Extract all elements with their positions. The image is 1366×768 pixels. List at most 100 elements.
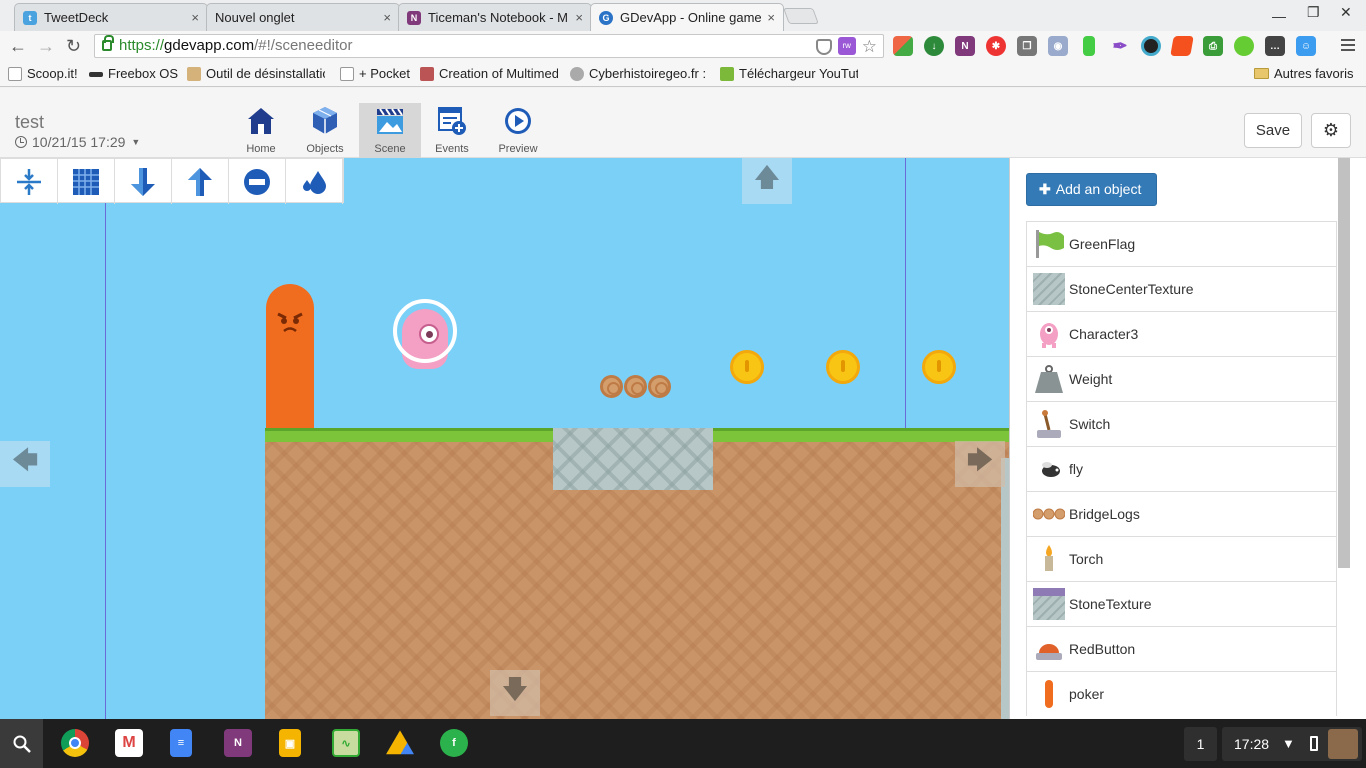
list-item-greenflag[interactable]: GreenFlag — [1026, 221, 1337, 266]
bookmark-scoopit[interactable]: Scoop.it! — [8, 66, 78, 81]
list-item-fly[interactable]: fly — [1026, 446, 1337, 491]
bookmark-pocket[interactable]: + Pocket — [340, 66, 410, 81]
list-item-poker[interactable]: poker — [1026, 671, 1337, 716]
tab-onenote[interactable]: N Ticeman's Notebook - M × — [398, 3, 592, 31]
list-item-stonecentertexture[interactable]: StoneCenterTexture — [1026, 266, 1337, 311]
bookmark-creation-multimed[interactable]: Creation of Multimed — [420, 66, 558, 81]
list-item-weight[interactable]: Weight — [1026, 356, 1337, 401]
list-item-character3[interactable]: Character3 — [1026, 311, 1337, 356]
launcher-button[interactable] — [0, 719, 43, 768]
bridge-logs-icon — [1033, 508, 1065, 520]
coin-instance[interactable] — [922, 350, 956, 384]
add-object-button[interactable]: ✚ Add an object — [1026, 173, 1157, 206]
minimize-icon[interactable]: — — [1272, 8, 1286, 24]
feather-icon[interactable]: ✒ — [1110, 36, 1130, 56]
window-close-icon[interactable]: ✕ — [1340, 4, 1352, 21]
forward-icon[interactable]: → — [37, 36, 55, 56]
notification-count[interactable]: 1 — [1184, 727, 1217, 761]
move-down-layer-button[interactable] — [115, 159, 172, 204]
grid-toggle-button[interactable] — [58, 159, 115, 204]
new-tab-button[interactable] — [783, 8, 819, 24]
eraser-icon[interactable] — [1170, 36, 1194, 56]
reload-icon[interactable]: ↻ — [66, 36, 81, 56]
scene-canvas[interactable]: 🡅 🡄 🡆 🡇 — [0, 158, 1009, 719]
stone-center-texture-icon — [1033, 273, 1065, 305]
print-extension-icon[interactable]: ⎙ — [1203, 36, 1223, 56]
list-item-torch[interactable]: Torch — [1026, 536, 1337, 581]
list-item-switch[interactable]: Switch — [1026, 401, 1337, 446]
coin-instance[interactable] — [730, 350, 764, 384]
extension-puzzle-icon[interactable]: rw — [837, 37, 856, 55]
settings-button[interactable]: ⚙ — [1311, 113, 1351, 148]
tab-scene[interactable]: Scene — [359, 103, 421, 158]
list-item-bridgelogs[interactable]: BridgeLogs — [1026, 491, 1337, 536]
onenote-app-icon[interactable]: N — [224, 729, 252, 757]
camera-icon[interactable]: ◉ — [1048, 36, 1068, 56]
panel-scrollbar[interactable] — [1338, 158, 1350, 568]
scroll-up-button[interactable]: 🡅 — [742, 158, 792, 204]
color-picker-icon[interactable] — [1141, 36, 1161, 56]
stone-texture-instance[interactable] — [1001, 458, 1009, 719]
bookmark-cyberhistoire[interactable]: Cyberhistoiregeo.fr : — [570, 66, 706, 81]
speech-bubble-icon[interactable]: … — [1265, 36, 1285, 56]
bookmark-freebox[interactable]: Freebox OS — [89, 66, 178, 81]
move-up-layer-button[interactable] — [172, 159, 229, 204]
stone-center-texture-instance[interactable] — [553, 428, 713, 490]
cat-extension-icon[interactable]: ☺ — [1296, 36, 1316, 56]
color-drop-button[interactable] — [286, 159, 343, 204]
slides-icon[interactable]: ▣ — [279, 729, 301, 757]
tab-objects[interactable]: Objects — [294, 103, 356, 158]
poker-instance[interactable] — [266, 284, 314, 428]
bridge-log[interactable] — [600, 375, 623, 398]
onenote-extension-icon[interactable]: N — [955, 36, 975, 56]
spreadsheet-app-icon[interactable]: ∿ — [332, 729, 360, 757]
close-icon[interactable]: × — [191, 10, 199, 25]
green-dot-icon[interactable] — [1234, 36, 1254, 56]
chrome-icon[interactable] — [61, 729, 89, 757]
events-icon — [438, 107, 466, 135]
copy-extension-icon[interactable]: ❐ — [1017, 36, 1037, 56]
tab-new-tab[interactable]: Nouvel onglet × — [206, 3, 400, 31]
close-icon[interactable]: × — [383, 10, 391, 25]
bridge-log[interactable] — [624, 375, 647, 398]
docs-icon[interactable]: ≡ — [170, 729, 192, 757]
back-icon[interactable]: ← — [9, 36, 27, 56]
address-bar[interactable]: https://gdevapp.com/#!/sceneeditor rw ☆ — [94, 34, 884, 58]
restore-icon[interactable]: ❐ — [1307, 4, 1320, 21]
chrome-menu-icon[interactable] — [1341, 39, 1355, 54]
shield-icon[interactable] — [815, 39, 832, 55]
project-date-dropdown[interactable]: 10/21/15 17:29 ▼ — [15, 134, 140, 150]
lastpass-icon[interactable]: ✱ — [986, 36, 1006, 56]
list-item-redbutton[interactable]: RedButton — [1026, 626, 1337, 671]
download-extension-icon[interactable]: ↓ — [924, 36, 944, 56]
delete-instance-button[interactable] — [229, 159, 286, 204]
system-tray[interactable]: 17:28 ▼ — [1222, 727, 1362, 761]
list-item-stonetexture[interactable]: StoneTexture — [1026, 581, 1337, 626]
photo-extension-icon[interactable] — [893, 36, 913, 56]
drive-icon[interactable] — [386, 730, 414, 755]
tab-events[interactable]: Events — [421, 103, 483, 158]
bookmark-star-icon[interactable]: ☆ — [862, 37, 877, 56]
close-icon[interactable]: × — [575, 10, 583, 25]
tab-preview[interactable]: Preview — [487, 103, 549, 158]
freebox-icon — [89, 72, 103, 77]
bookmark-outil[interactable]: Outil de désinstallatio — [187, 66, 325, 81]
tab-tweetdeck[interactable]: t TweetDeck × — [14, 3, 208, 31]
scroll-down-button[interactable]: 🡇 — [490, 670, 540, 716]
save-button[interactable]: Save — [1244, 113, 1302, 148]
gmail-icon[interactable]: M — [115, 729, 143, 757]
bookmark-youtube-downloader[interactable]: Téléchargeur YouTut — [720, 66, 858, 81]
bridge-log[interactable] — [648, 375, 671, 398]
zoom-fit-button[interactable] — [1, 159, 58, 204]
tab-home[interactable]: Home — [230, 103, 292, 158]
bookmark-other[interactable]: Autres favoris — [1254, 66, 1353, 81]
close-icon[interactable]: × — [767, 10, 775, 25]
tab-gdevapp[interactable]: G GDevApp - Online game × — [590, 3, 784, 31]
scroll-left-button[interactable]: 🡄 — [0, 441, 50, 487]
scroll-right-button[interactable]: 🡆 — [955, 441, 1005, 487]
green-pin-icon[interactable] — [1083, 36, 1095, 56]
feedly-icon[interactable]: f — [440, 729, 468, 757]
poker-icon — [1045, 680, 1053, 708]
coin-instance[interactable] — [826, 350, 860, 384]
bookmark-label: Creation of Multimed — [439, 66, 558, 81]
